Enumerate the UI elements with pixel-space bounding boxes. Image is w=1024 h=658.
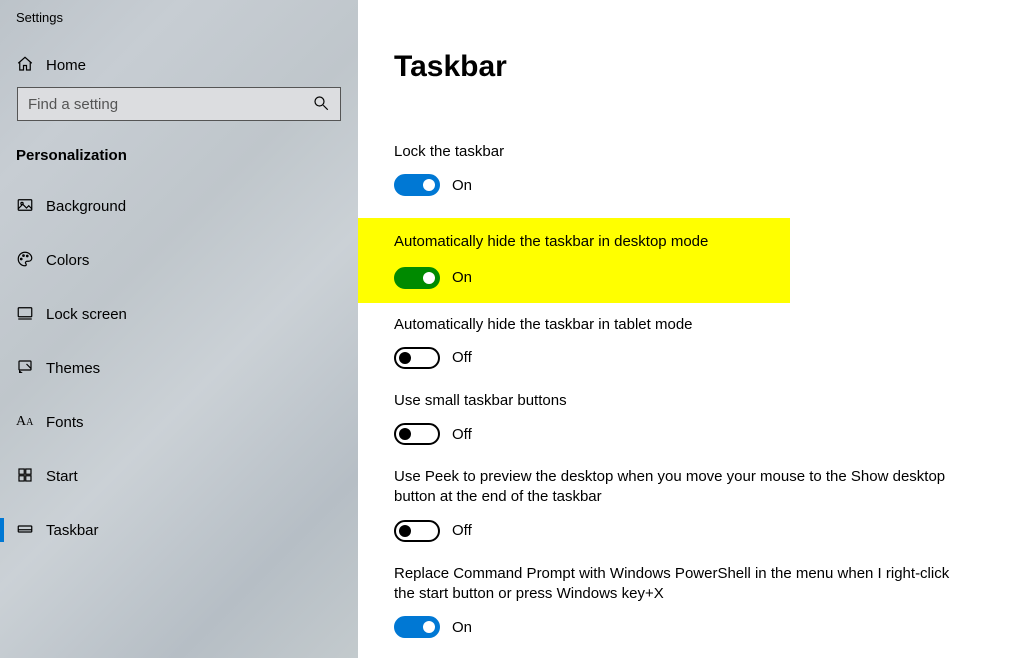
setting-auto-hide-desktop: Automatically hide the taskbar in deskto… [394, 232, 790, 288]
toggle-lock-taskbar[interactable] [394, 174, 440, 196]
setting-label: Replace Command Prompt with Windows Powe… [394, 564, 954, 605]
sidebar-item-taskbar[interactable]: Taskbar [0, 508, 358, 552]
setting-label: Lock the taskbar [394, 142, 954, 162]
setting-small-buttons: Use small taskbar buttons Off [394, 391, 988, 445]
sidebar-item-lock-screen[interactable]: Lock screen [0, 292, 358, 336]
main-content: Taskbar Lock the taskbar On Automaticall… [358, 0, 1024, 658]
toggle-state: On [452, 269, 472, 286]
sidebar-item-start[interactable]: Start [0, 454, 358, 498]
toggle-auto-hide-tablet[interactable] [394, 347, 440, 369]
sidebar-item-background[interactable]: Background [0, 184, 358, 228]
setting-label: Use small taskbar buttons [394, 391, 954, 411]
sidebar-item-label: Fonts [46, 414, 84, 431]
toggle-state: Off [452, 426, 472, 443]
setting-label: Use Peek to preview the desktop when you… [394, 467, 954, 508]
toggle-small-buttons[interactable] [394, 423, 440, 445]
app-title: Settings [0, 10, 358, 43]
sidebar: Settings Home Personalization Background [0, 0, 358, 658]
palette-icon [16, 250, 46, 271]
toggle-powershell[interactable] [394, 616, 440, 638]
sidebar-nav: Background Colors Lock screen Themes AA [0, 184, 358, 552]
highlighted-setting: Automatically hide the taskbar in deskto… [358, 218, 790, 302]
sidebar-item-colors[interactable]: Colors [0, 238, 358, 282]
home-icon [16, 55, 46, 76]
nav-home-label: Home [46, 57, 86, 74]
setting-lock-taskbar: Lock the taskbar On [394, 142, 988, 196]
toggle-peek-preview[interactable] [394, 520, 440, 542]
taskbar-icon [16, 520, 46, 541]
page-title: Taskbar [394, 50, 988, 84]
setting-label: Automatically hide the taskbar in tablet… [394, 315, 954, 335]
toggle-state: On [452, 619, 472, 636]
setting-powershell: Replace Command Prompt with Windows Powe… [394, 564, 988, 639]
sidebar-item-label: Taskbar [46, 522, 99, 539]
search-input[interactable] [28, 96, 312, 113]
toggle-state: Off [452, 522, 472, 539]
nav-home[interactable]: Home [0, 43, 358, 87]
setting-label: Automatically hide the taskbar in deskto… [394, 232, 790, 252]
lock-screen-icon [16, 304, 46, 325]
search-box[interactable] [17, 87, 341, 121]
sidebar-item-label: Colors [46, 252, 89, 269]
section-title: Personalization [0, 139, 358, 184]
toggle-state: Off [452, 349, 472, 366]
sidebar-item-themes[interactable]: Themes [0, 346, 358, 390]
setting-auto-hide-tablet: Automatically hide the taskbar in tablet… [394, 315, 988, 369]
setting-peek-preview: Use Peek to preview the desktop when you… [394, 467, 988, 542]
sidebar-item-label: Themes [46, 360, 100, 377]
sidebar-item-fonts[interactable]: AA Fonts [0, 400, 358, 444]
sidebar-item-label: Background [46, 198, 126, 215]
search-icon [312, 94, 330, 115]
fonts-icon: AA [16, 415, 46, 429]
search-container [0, 87, 358, 139]
themes-icon [16, 358, 46, 379]
sidebar-item-label: Start [46, 468, 78, 485]
start-icon [16, 466, 46, 487]
image-icon [16, 196, 46, 217]
toggle-auto-hide-desktop[interactable] [394, 267, 440, 289]
sidebar-item-label: Lock screen [46, 306, 127, 323]
toggle-state: On [452, 177, 472, 194]
